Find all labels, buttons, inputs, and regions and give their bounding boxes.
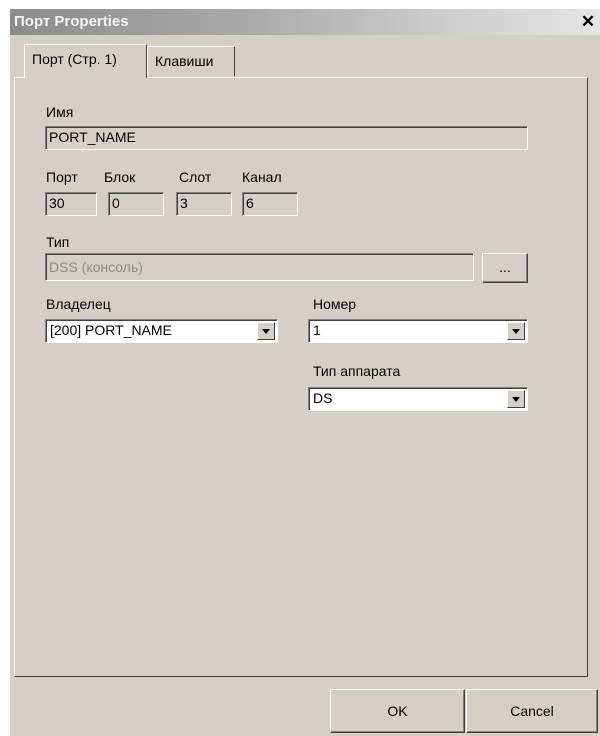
tab-label: Порт (Стр. 1) [32, 51, 117, 67]
close-icon[interactable]: ✕ [578, 12, 598, 32]
cancel-label: Cancel [510, 703, 554, 719]
window-title: Порт Properties [14, 13, 129, 30]
tab-panel [14, 77, 588, 677]
cancel-button[interactable]: Cancel [466, 689, 598, 733]
tab-port-page-1[interactable]: Порт (Стр. 1) [24, 44, 147, 78]
tab-keys[interactable]: Клавиши [147, 46, 235, 76]
ok-button[interactable]: OK [330, 689, 465, 733]
ok-label: OK [387, 703, 408, 719]
tab-label: Клавиши [155, 53, 214, 69]
title-bar[interactable]: Порт Properties ✕ [10, 9, 600, 35]
